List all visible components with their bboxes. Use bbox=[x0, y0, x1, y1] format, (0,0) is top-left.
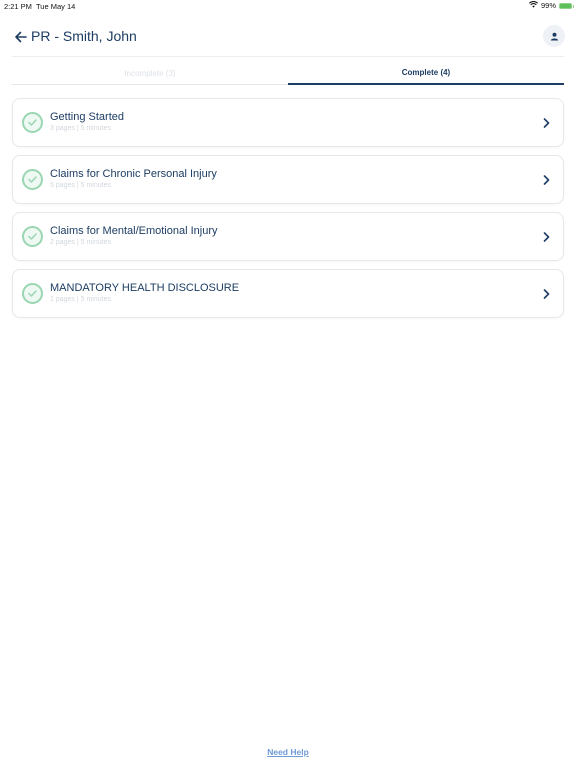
arrow-left-icon bbox=[14, 31, 27, 43]
tab-bar: Incomplete (3) Complete (4) bbox=[12, 62, 564, 85]
chevron-right-icon bbox=[540, 287, 552, 301]
section-meta: 5 pages | 5 minutes bbox=[50, 182, 111, 189]
chevron-right-icon bbox=[540, 116, 552, 130]
section-card-getting-started[interactable]: Getting Started 3 pages | 5 minutes bbox=[12, 98, 564, 147]
chevron-right-icon bbox=[540, 230, 552, 244]
section-meta: 1 pages | 5 minutes bbox=[50, 296, 111, 303]
battery-icon bbox=[559, 2, 574, 9]
check-circle-icon bbox=[22, 112, 43, 133]
section-card-chronic-injury[interactable]: Claims for Chronic Personal Injury 5 pag… bbox=[12, 155, 564, 204]
check-circle-icon bbox=[22, 226, 43, 247]
section-meta: 3 pages | 5 minutes bbox=[50, 125, 111, 132]
check-circle-icon bbox=[22, 283, 43, 304]
section-list: Getting Started 3 pages | 5 minutes Clai… bbox=[12, 98, 564, 326]
wifi-icon bbox=[528, 1, 538, 10]
header: PR - Smith, John bbox=[0, 24, 576, 52]
section-card-mental-injury[interactable]: Claims for Mental/Emotional Injury 2 pag… bbox=[12, 212, 564, 261]
status-date: Tue May 14 bbox=[36, 2, 76, 11]
need-help-link[interactable]: Need Help bbox=[267, 747, 309, 757]
status-time: 2:21 PM bbox=[4, 2, 32, 11]
check-circle-icon bbox=[22, 169, 43, 190]
section-title: Claims for Chronic Personal Injury bbox=[50, 168, 217, 180]
back-button[interactable] bbox=[11, 28, 29, 46]
user-icon bbox=[550, 32, 558, 41]
section-card-health-disclosure[interactable]: MANDATORY HEALTH DISCLOSURE 1 pages | 5 … bbox=[12, 269, 564, 318]
section-title: Claims for Mental/Emotional Injury bbox=[50, 225, 218, 237]
help-footer: Need Help bbox=[0, 747, 576, 757]
tab-incomplete[interactable]: Incomplete (3) bbox=[12, 62, 288, 84]
chevron-right-icon bbox=[540, 173, 552, 187]
section-title: Getting Started bbox=[50, 111, 124, 123]
section-meta: 2 pages | 5 minutes bbox=[50, 239, 111, 246]
tab-complete[interactable]: Complete (4) bbox=[288, 62, 564, 85]
page-title: PR - Smith, John bbox=[31, 28, 137, 44]
header-divider bbox=[12, 56, 564, 57]
status-bar: 2:21 PM Tue May 14 99% bbox=[0, 0, 576, 12]
status-indicators: 99% bbox=[528, 1, 574, 10]
profile-button[interactable] bbox=[543, 25, 565, 47]
section-title: MANDATORY HEALTH DISCLOSURE bbox=[50, 282, 240, 294]
battery-percent: 99% bbox=[540, 1, 556, 10]
